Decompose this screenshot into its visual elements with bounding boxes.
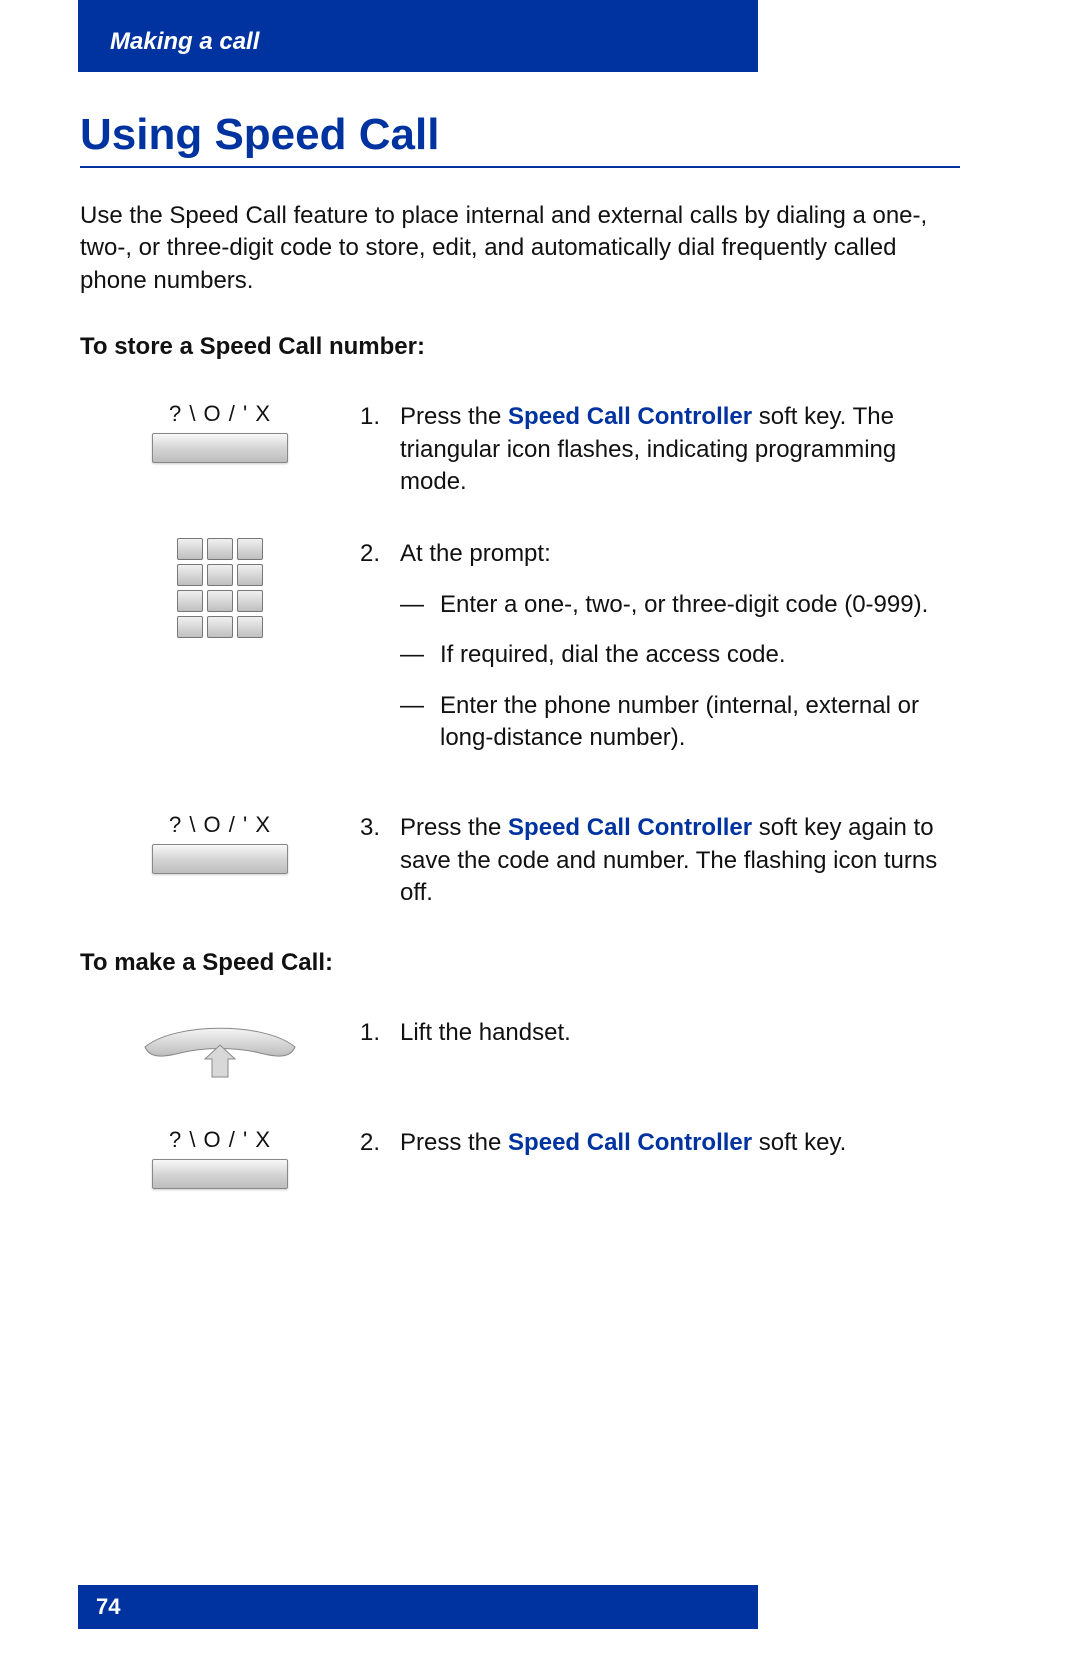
- store-step-2: 2. At the prompt: — Enter a one-, two-, …: [80, 538, 960, 772]
- softkey-label: ? \ O / ' X: [169, 401, 271, 427]
- step-number: 2.: [360, 1127, 400, 1159]
- handset-icon-group: [80, 1017, 360, 1087]
- speed-call-controller-label: Speed Call Controller: [508, 403, 752, 430]
- store-heading: To store a Speed Call number:: [80, 333, 960, 361]
- page-content: Using Speed Call Use the Speed Call feat…: [80, 110, 960, 1229]
- text-suffix: soft key.: [752, 1129, 846, 1156]
- sub-item-text: Enter the phone number (internal, extern…: [440, 690, 960, 755]
- make-step-1: 1. Lift the handset.: [80, 1017, 960, 1087]
- store-step-3: ? \ O / ' X 3. Press the Speed Call Cont…: [80, 812, 960, 909]
- intro-paragraph: Use the Speed Call feature to place inte…: [80, 200, 960, 297]
- page-title: Using Speed Call: [80, 110, 960, 160]
- store-step-1: ? \ O / ' X 1. Press the Speed Call Cont…: [80, 401, 960, 498]
- dash-bullet: —: [400, 690, 440, 755]
- step-body: Press the Speed Call Controller soft key…: [400, 1127, 960, 1159]
- softkey-icon-group: ? \ O / ' X: [80, 1127, 360, 1189]
- step-number: 1.: [360, 401, 400, 498]
- step-body: Press the Speed Call Controller soft key…: [400, 812, 960, 909]
- softkey-button-icon: [152, 433, 288, 463]
- softkey-icon-group: ? \ O / ' X: [80, 812, 360, 874]
- header-section-title: Making a call: [110, 28, 259, 56]
- lift-handset-icon: [135, 1017, 305, 1087]
- page-number: 74: [96, 1594, 120, 1620]
- text-prefix: Press the: [400, 814, 508, 841]
- step-number: 1.: [360, 1017, 400, 1049]
- softkey-label: ? \ O / ' X: [169, 812, 271, 838]
- text-prefix: Press the: [400, 1129, 508, 1156]
- softkey-button-icon: [152, 844, 288, 874]
- speed-call-controller-label: Speed Call Controller: [508, 814, 752, 841]
- dash-bullet: —: [400, 589, 440, 621]
- softkey-label: ? \ O / ' X: [169, 1127, 271, 1153]
- text-prefix: Press the: [400, 403, 508, 430]
- step-body: Press the Speed Call Controller soft key…: [400, 401, 960, 498]
- dash-bullet: —: [400, 639, 440, 671]
- step-text: 1. Press the Speed Call Controller soft …: [360, 401, 960, 498]
- speed-call-controller-label: Speed Call Controller: [508, 1129, 752, 1156]
- sub-item-text: If required, dial the access code.: [440, 639, 786, 671]
- footer-bar: 74: [78, 1585, 758, 1629]
- header-bar: Making a call: [78, 0, 758, 72]
- step-number: 3.: [360, 812, 400, 909]
- make-heading: To make a Speed Call:: [80, 949, 960, 977]
- sub-item-text: Enter a one-, two-, or three-digit code …: [440, 589, 928, 621]
- step-text: 3. Press the Speed Call Controller soft …: [360, 812, 960, 909]
- step-body: Lift the handset.: [400, 1017, 960, 1049]
- prompt-sublist: — Enter a one-, two-, or three-digit cod…: [360, 589, 960, 755]
- keypad-icon-group: [80, 538, 360, 638]
- step-number: 2.: [360, 538, 400, 570]
- step-lead: At the prompt:: [400, 538, 960, 570]
- step-text: 2. Press the Speed Call Controller soft …: [360, 1127, 960, 1159]
- step-text: 1. Lift the handset.: [360, 1017, 960, 1049]
- softkey-icon-group: ? \ O / ' X: [80, 401, 360, 463]
- title-underline: [80, 166, 960, 168]
- step-text: 2. At the prompt: — Enter a one-, two-, …: [360, 538, 960, 772]
- keypad-icon: [177, 538, 263, 638]
- softkey-button-icon: [152, 1159, 288, 1189]
- make-step-2: ? \ O / ' X 2. Press the Speed Call Cont…: [80, 1127, 960, 1189]
